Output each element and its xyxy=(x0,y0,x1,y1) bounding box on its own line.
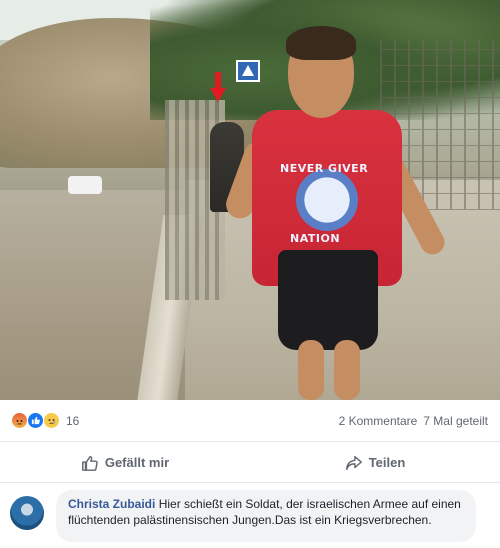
reaction-count[interactable]: 16 xyxy=(66,414,79,428)
share-button[interactable]: Teilen xyxy=(250,443,500,482)
shirt-text-top: NEVER GIVER xyxy=(280,162,369,175)
reactions-bar: 16 2 Kommentare 7 Mal geteilt xyxy=(0,400,500,442)
red-arrow-icon xyxy=(210,72,226,102)
share-arrow-icon xyxy=(345,455,362,470)
post-photo[interactable]: NEVER GIVER NATION xyxy=(0,0,500,400)
like-icon[interactable] xyxy=(28,413,43,428)
angry-icon[interactable] xyxy=(12,413,27,428)
comments-count-link[interactable]: 2 Kommentare xyxy=(339,414,418,428)
comment-bubble: Christa Zubaidi Hier schießt ein Soldat,… xyxy=(56,490,476,542)
pedestrian-sign-icon xyxy=(236,60,260,82)
sad-icon[interactable] xyxy=(44,413,59,428)
boy-hair xyxy=(286,26,356,60)
comment: Christa Zubaidi Hier schießt ein Soldat,… xyxy=(0,484,500,548)
comment-author[interactable]: Christa Zubaidi xyxy=(68,497,155,511)
car xyxy=(68,176,102,194)
boy-shorts xyxy=(278,250,378,350)
shares-count-link[interactable]: 7 Mal geteilt xyxy=(423,414,488,428)
boy-leg xyxy=(298,340,324,400)
shirt-text-bottom: NATION xyxy=(290,232,341,245)
share-button-label: Teilen xyxy=(368,455,406,470)
post-actions: Gefällt mir Teilen xyxy=(0,443,500,483)
like-button-label: Gefällt mir xyxy=(104,455,170,470)
avatar[interactable] xyxy=(10,496,44,530)
like-button[interactable]: Gefällt mir xyxy=(0,443,250,482)
boy-leg xyxy=(334,340,360,400)
thumbs-up-icon xyxy=(81,455,98,471)
